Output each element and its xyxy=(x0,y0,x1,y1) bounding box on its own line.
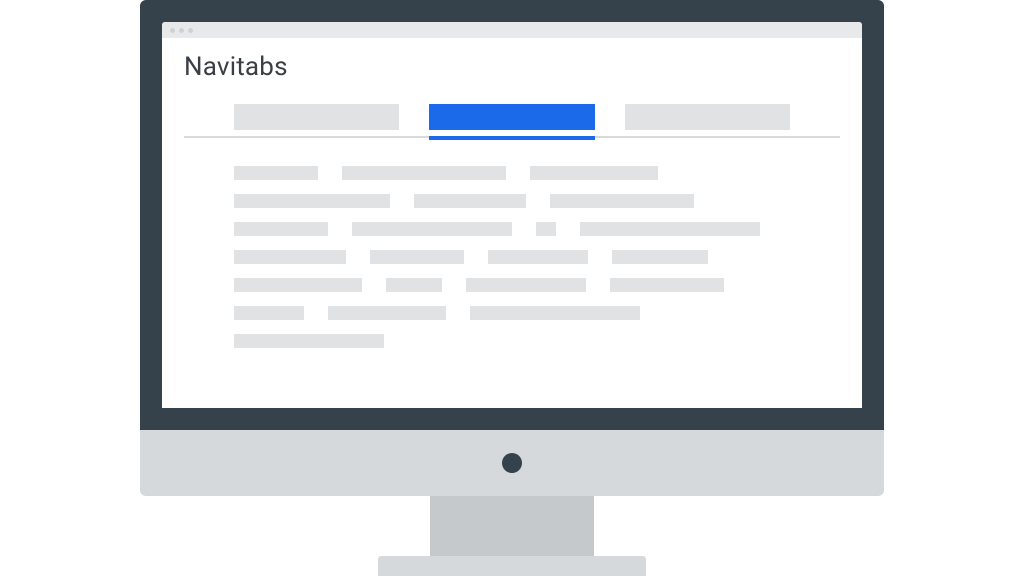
text-placeholder xyxy=(488,250,588,264)
text-placeholder xyxy=(234,278,362,292)
nav-tab[interactable] xyxy=(234,104,399,130)
monitor-stand-neck xyxy=(430,496,594,556)
text-placeholder xyxy=(328,306,446,320)
text-placeholder xyxy=(612,250,708,264)
monitor-button xyxy=(502,453,522,473)
text-placeholder xyxy=(386,278,442,292)
text-placeholder xyxy=(536,222,556,236)
text-placeholder xyxy=(234,222,328,236)
nav-tab-active[interactable] xyxy=(429,104,594,130)
nav-tab[interactable] xyxy=(625,104,790,130)
monitor-illustration: Navitabs xyxy=(0,0,1024,576)
text-placeholder xyxy=(234,334,384,348)
text-placeholder xyxy=(550,194,694,208)
text-placeholder xyxy=(580,222,760,236)
text-placeholder xyxy=(530,166,658,180)
text-placeholder xyxy=(234,166,318,180)
tab-content-placeholder xyxy=(184,138,840,348)
browser-titlebar xyxy=(162,22,862,38)
window-control-dot xyxy=(170,28,175,33)
text-placeholder xyxy=(342,166,506,180)
text-placeholder xyxy=(466,278,586,292)
text-placeholder xyxy=(234,194,390,208)
text-placeholder xyxy=(234,250,346,264)
monitor-chin xyxy=(140,430,884,496)
page-title: Navitabs xyxy=(184,52,840,82)
text-placeholder xyxy=(414,194,526,208)
browser-window: Navitabs xyxy=(162,22,862,408)
text-placeholder xyxy=(234,306,304,320)
text-placeholder xyxy=(370,250,464,264)
monitor-stand-foot xyxy=(378,556,646,576)
text-placeholder xyxy=(470,306,640,320)
navitabs-row xyxy=(184,110,840,138)
text-placeholder xyxy=(352,222,512,236)
window-control-dot xyxy=(179,28,184,33)
browser-content: Navitabs xyxy=(162,38,862,408)
monitor-bezel: Navitabs xyxy=(140,0,884,430)
window-control-dot xyxy=(188,28,193,33)
text-placeholder xyxy=(610,278,724,292)
